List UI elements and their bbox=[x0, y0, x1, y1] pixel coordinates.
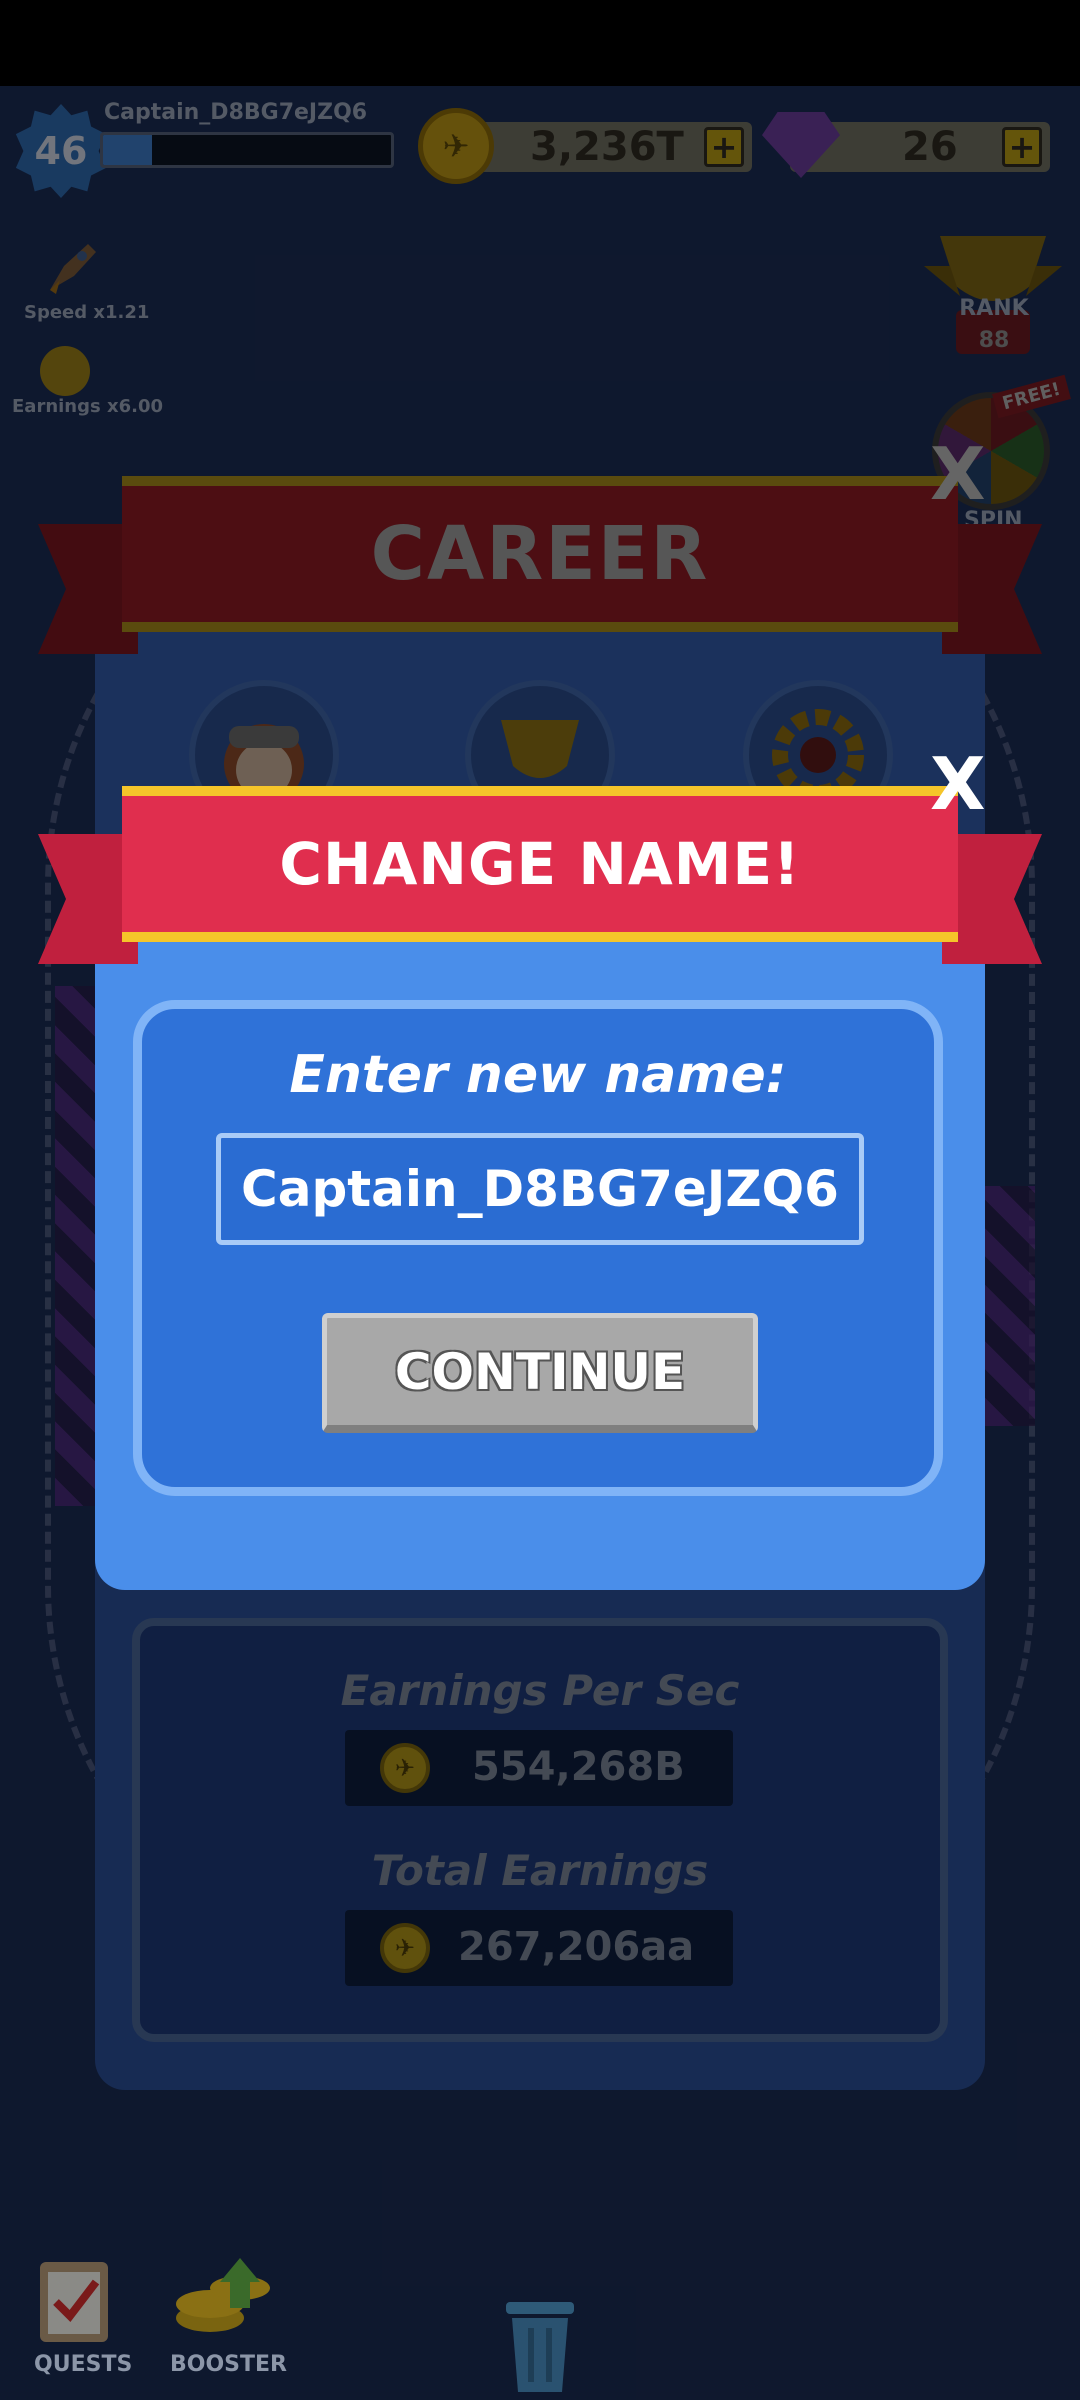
name-input[interactable] bbox=[216, 1133, 864, 1245]
status-bar bbox=[0, 0, 1080, 86]
booster-label: BOOSTER bbox=[170, 2352, 287, 2377]
trash-icon[interactable] bbox=[500, 2296, 580, 2396]
booster-coins-icon[interactable] bbox=[170, 2248, 280, 2344]
quests-clipboard-icon[interactable] bbox=[34, 2252, 114, 2344]
change-name-close-button[interactable]: X bbox=[930, 742, 986, 826]
change-name-ribbon: CHANGE NAME! bbox=[122, 786, 958, 942]
continue-button[interactable]: CONTINUE bbox=[322, 1313, 758, 1433]
quests-label: QUESTS bbox=[34, 2352, 133, 2377]
enter-name-prompt: Enter new name: bbox=[289, 1045, 787, 1105]
change-name-title: CHANGE NAME! bbox=[279, 830, 801, 898]
